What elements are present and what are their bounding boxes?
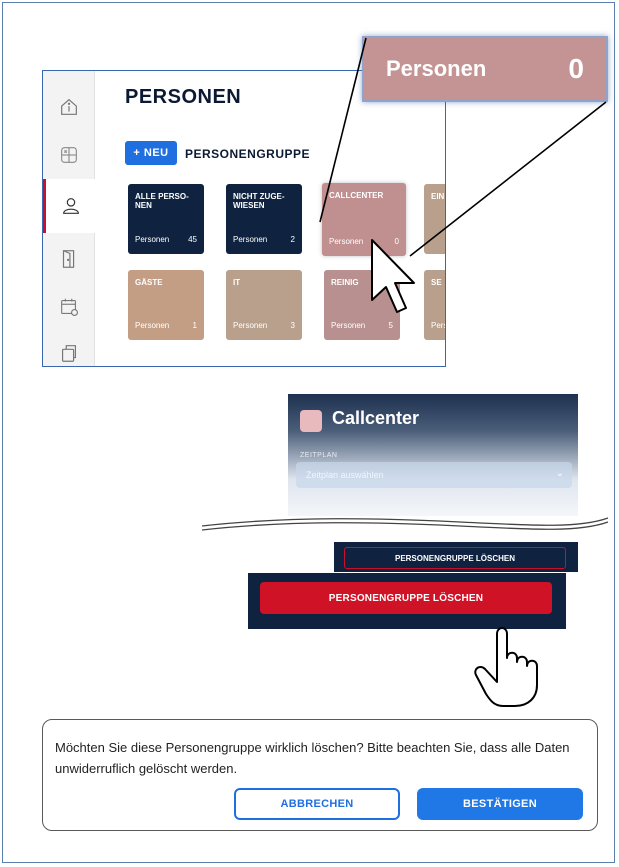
sidebar-item-calculator[interactable]: [43, 131, 95, 179]
delete-group-button-outline[interactable]: PERSONENGRUPPE LÖSCHEN: [344, 547, 566, 569]
section-break: [201, 517, 609, 531]
calendar-icon: [61, 298, 78, 316]
chevron-down-icon: ⌄: [555, 468, 564, 479]
group-tile-guests[interactable]: GÄSTE Personen 1: [128, 270, 204, 340]
tile-name: CALLCENTER: [329, 191, 384, 200]
tile-name: EIN: [431, 192, 445, 201]
tile-count-label: Pers: [431, 321, 446, 330]
delete-area-zoomed: PERSONENGRUPPE LÖSCHEN: [248, 573, 566, 629]
zoom-label: Personen: [386, 56, 487, 81]
tile-count: 0: [394, 237, 399, 246]
delete-group-button[interactable]: PERSONENGRUPPE LÖSCHEN: [260, 582, 552, 614]
schedule-placeholder: Zeitplan auswählen: [306, 470, 384, 480]
callcenter-panel: Callcenter ZEITPLAN Zeitplan auswählen ⌄: [288, 394, 578, 516]
zoom-callout: Personen 0: [362, 36, 608, 102]
sidebar-item-doors[interactable]: [43, 235, 95, 283]
tile-count: 5: [388, 321, 393, 330]
tile-count-label: Personen: [329, 237, 364, 246]
tile-count: 3: [290, 321, 295, 330]
tile-count-label: Personen: [233, 235, 268, 244]
zoom-count: 0: [568, 53, 584, 84]
group-title: Callcenter: [332, 408, 420, 428]
info-icon: [61, 98, 77, 115]
sidebar-item-info[interactable]: [43, 83, 95, 131]
tile-count-label: Personen: [135, 235, 170, 244]
page-title: PERSONEN: [125, 86, 242, 108]
tile-count: 2: [290, 235, 295, 244]
cancel-button[interactable]: ABBRECHEN: [234, 788, 400, 820]
group-tile-partial[interactable]: EIN: [424, 184, 445, 254]
copy-icon: [61, 345, 77, 362]
calculator-icon: [61, 147, 77, 163]
group-tile-partial[interactable]: SE Pers: [424, 270, 446, 340]
group-tile-callcenter[interactable]: CALLCENTER Personen 0: [322, 183, 406, 256]
personen-screen: PERSONEN + NEU PERSONENGRUPPE ALLE PERSO…: [42, 70, 446, 367]
tile-name: IT: [233, 278, 241, 287]
group-tile-cleaning[interactable]: REINIG Personen 5: [324, 270, 400, 340]
group-section-label: PERSONENGRUPPE: [185, 147, 311, 161]
group-tile-it[interactable]: IT Personen 3: [226, 270, 302, 340]
confirm-button[interactable]: BESTÄTIGEN: [417, 788, 583, 820]
confirm-dialog: Möchten Sie diese Personengruppe wirklic…: [42, 719, 598, 831]
delete-area: PERSONENGRUPPE LÖSCHEN: [334, 542, 578, 572]
group-tile-all-persons[interactable]: ALLE PERSO- NEN Personen 45: [128, 184, 204, 254]
tile-name: SE: [431, 278, 442, 287]
door-icon: [62, 250, 75, 268]
schedule-select[interactable]: Zeitplan auswählen ⌄: [296, 462, 572, 488]
tile-count: 45: [188, 235, 197, 244]
dialog-message: Möchten Sie diese Personengruppe wirklic…: [55, 740, 570, 776]
user-icon: [62, 198, 79, 214]
tile-name: REINIG: [331, 278, 359, 287]
tile-count: 1: [192, 321, 197, 330]
sidebar-item-copies[interactable]: [43, 329, 95, 366]
tile-name: GÄSTE: [135, 278, 163, 287]
sidebar: [43, 71, 95, 366]
tile-name: NICHT ZUGE- WIESEN: [233, 192, 285, 210]
tile-count-label: Personen: [233, 321, 268, 330]
sidebar-item-schedule[interactable]: [43, 283, 95, 331]
schedule-label: ZEITPLAN: [300, 452, 338, 459]
new-group-button[interactable]: + NEU: [125, 141, 177, 165]
group-color-swatch[interactable]: [300, 410, 322, 432]
tile-count-label: Personen: [135, 321, 170, 330]
tile-name: ALLE PERSO- NEN: [135, 192, 189, 210]
tile-count-label: Personen: [331, 321, 366, 330]
group-tile-unassigned[interactable]: NICHT ZUGE- WIESEN Personen 2: [226, 184, 302, 254]
sidebar-item-persons[interactable]: [43, 179, 95, 233]
